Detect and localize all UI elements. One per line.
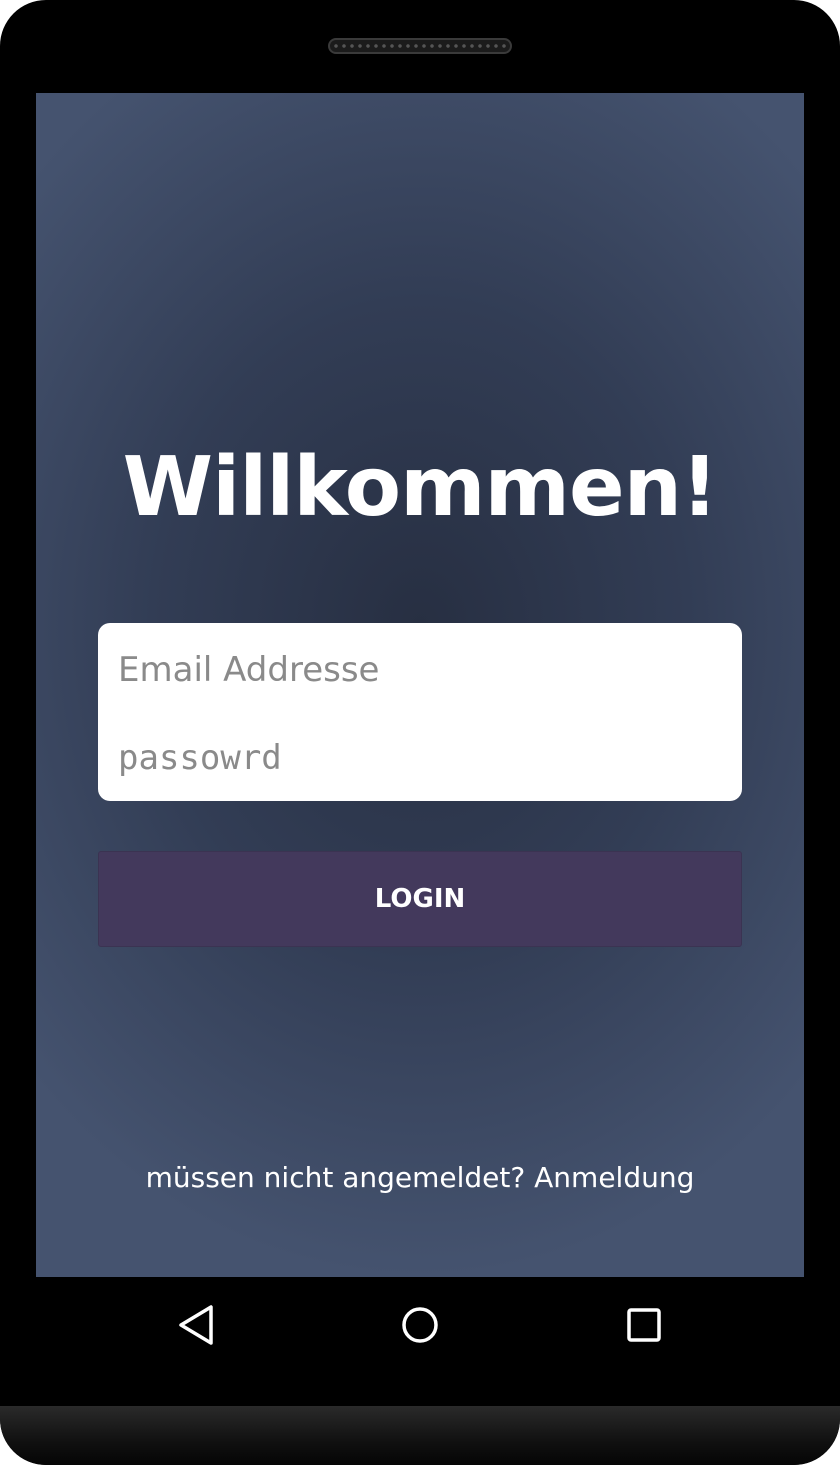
password-field[interactable] [118,733,718,783]
phone-chin [0,1406,840,1465]
login-form-card [98,623,742,801]
app-screen: Willkommen! LOGIN müssen nicht angemelde… [36,93,804,1277]
recents-button[interactable] [619,1300,669,1350]
phone-frame: Willkommen! LOGIN müssen nicht angemelde… [0,0,840,1465]
home-button[interactable] [395,1300,445,1350]
signup-link[interactable]: müssen nicht angemeldet? Anmeldung [36,1158,804,1198]
speaker-grille [328,38,512,54]
square-recents-icon [619,1300,669,1350]
triangle-back-icon [171,1300,221,1350]
circle-home-icon [395,1300,445,1350]
login-button[interactable]: LOGIN [98,851,742,947]
back-button[interactable] [171,1300,221,1350]
email-field[interactable] [118,645,718,695]
welcome-title: Willkommen! [122,440,719,535]
